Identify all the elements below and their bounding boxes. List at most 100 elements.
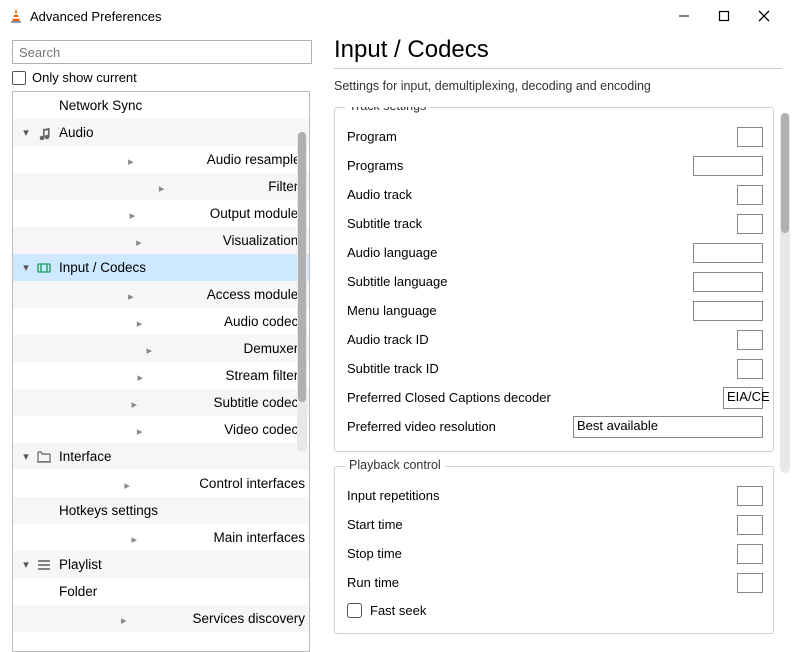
- chevron-right-icon[interactable]: [43, 340, 241, 357]
- text-input[interactable]: [737, 330, 763, 350]
- text-input[interactable]: [737, 515, 763, 535]
- tree-item[interactable]: Access modules: [13, 281, 309, 308]
- content-area: Only show current Network Sync Audio Audio…: [0, 32, 792, 652]
- text-input[interactable]: [693, 243, 763, 263]
- only-show-current-checkbox[interactable]: Only show current: [12, 70, 310, 85]
- select-input[interactable]: EIA/CE: [723, 387, 763, 409]
- checkbox-icon: [347, 603, 362, 618]
- tree-container: Network Sync Audio Audio resampler Filters O…: [12, 91, 310, 652]
- search-input[interactable]: [12, 40, 312, 64]
- checkbox-row[interactable]: Fast seek: [347, 597, 763, 623]
- titlebar: Advanced Preferences: [0, 0, 792, 32]
- chevron-right-icon[interactable]: [43, 205, 208, 222]
- tree-item-label: Demuxers: [243, 341, 305, 356]
- panel-scrollbar[interactable]: [780, 113, 790, 473]
- tree-item[interactable]: Visualizations: [13, 227, 309, 254]
- chevron-right-icon[interactable]: [43, 232, 221, 249]
- chevron-down-icon[interactable]: [19, 450, 33, 463]
- settings-group: Playback controlInput repetitionsStart t…: [334, 466, 774, 634]
- tree-item[interactable]: Input / Codecs: [13, 254, 309, 281]
- tree-item[interactable]: Network Sync: [13, 92, 309, 119]
- field-label: Preferred Closed Captions decoder: [347, 390, 567, 405]
- tree-item-label: Folder: [59, 584, 97, 599]
- chevron-right-icon[interactable]: [43, 151, 205, 168]
- minimize-button[interactable]: [664, 2, 704, 30]
- tree-item[interactable]: Playlist: [13, 551, 309, 578]
- tree-item[interactable]: Filters: [13, 173, 309, 200]
- chevron-right-icon[interactable]: [43, 313, 222, 330]
- field-value: [567, 359, 763, 379]
- playlist-icon: [35, 556, 53, 574]
- field-value: [567, 127, 763, 147]
- tree-item-label: Subtitle codecs: [213, 395, 305, 410]
- tree-item[interactable]: Subtitle codecs: [13, 389, 309, 416]
- tree-item-label: Output modules: [210, 206, 305, 221]
- text-input[interactable]: [737, 359, 763, 379]
- tree-item[interactable]: Video codecs: [13, 416, 309, 443]
- form-row: Audio track: [347, 180, 763, 209]
- select-input[interactable]: Best available: [573, 416, 763, 438]
- chevron-right-icon[interactable]: [43, 178, 266, 195]
- field-label: Audio language: [347, 245, 567, 260]
- tree-scrollbar[interactable]: [297, 132, 307, 452]
- form-row: Preferred Closed Captions decoder EIA/CE: [347, 383, 763, 412]
- text-input[interactable]: [737, 214, 763, 234]
- tree-item[interactable]: Hotkeys settings: [13, 497, 309, 524]
- chevron-right-icon[interactable]: [43, 529, 211, 546]
- text-input[interactable]: [737, 544, 763, 564]
- tree-item-label: Video codecs: [224, 422, 305, 437]
- close-button[interactable]: [744, 2, 784, 30]
- tree-item[interactable]: Services discovery: [13, 605, 309, 632]
- audio-icon: [35, 124, 53, 142]
- tree-item[interactable]: Demuxers: [13, 335, 309, 362]
- form-row: Stop time: [347, 539, 763, 568]
- tree-item[interactable]: Main interfaces: [13, 524, 309, 551]
- text-input[interactable]: [693, 272, 763, 292]
- form-row: Start time: [347, 510, 763, 539]
- tree-item[interactable]: Folder: [13, 578, 309, 605]
- tree-item[interactable]: Output modules: [13, 200, 309, 227]
- tree-item-label: Network Sync: [59, 98, 142, 113]
- form-row: Programs: [347, 151, 763, 180]
- form-row: Preferred video resolutionBest available: [347, 412, 763, 441]
- form-row: Subtitle track: [347, 209, 763, 238]
- tree-item[interactable]: Audio: [13, 119, 309, 146]
- chevron-down-icon[interactable]: [19, 261, 33, 274]
- text-input[interactable]: [693, 301, 763, 321]
- chevron-right-icon[interactable]: [43, 394, 211, 411]
- field-label: Audio track: [347, 187, 567, 202]
- form-row: Audio language: [347, 238, 763, 267]
- field-label: Subtitle language: [347, 274, 567, 289]
- field-value: [567, 544, 763, 564]
- tree-item-label: Audio: [59, 125, 94, 140]
- checkbox-label: Fast seek: [370, 603, 426, 618]
- tree-item-label: Input / Codecs: [59, 260, 146, 275]
- tree-item-label: Audio codecs: [224, 314, 305, 329]
- form-row: Program: [347, 122, 763, 151]
- text-input[interactable]: [737, 573, 763, 593]
- chevron-right-icon[interactable]: [43, 286, 205, 303]
- tree-item[interactable]: Stream filters: [13, 362, 309, 389]
- maximize-button[interactable]: [704, 2, 744, 30]
- chevron-right-icon[interactable]: [43, 610, 190, 627]
- tree-item[interactable]: Control interfaces: [13, 470, 309, 497]
- tree-item-label: Playlist: [59, 557, 102, 572]
- chevron-right-icon[interactable]: [43, 367, 223, 384]
- chevron-right-icon[interactable]: [43, 475, 197, 492]
- preferences-tree[interactable]: Network Sync Audio Audio resampler Filters O…: [13, 92, 309, 651]
- text-input[interactable]: [737, 486, 763, 506]
- field-value: [567, 515, 763, 535]
- text-input[interactable]: [737, 127, 763, 147]
- text-input[interactable]: [737, 185, 763, 205]
- tree-item[interactable]: Audio codecs: [13, 308, 309, 335]
- text-input[interactable]: [693, 156, 763, 176]
- tree-item[interactable]: Interface: [13, 443, 309, 470]
- chevron-right-icon[interactable]: [43, 421, 222, 438]
- tree-item-label: Audio resampler: [207, 152, 305, 167]
- field-label: Audio track ID: [347, 332, 567, 347]
- settings-scroll: Track settingsProgramProgramsAudio track…: [334, 107, 792, 652]
- chevron-down-icon[interactable]: [19, 558, 33, 571]
- tree-item[interactable]: Audio resampler: [13, 146, 309, 173]
- chevron-down-icon[interactable]: [19, 126, 33, 139]
- only-show-label: Only show current: [32, 70, 137, 85]
